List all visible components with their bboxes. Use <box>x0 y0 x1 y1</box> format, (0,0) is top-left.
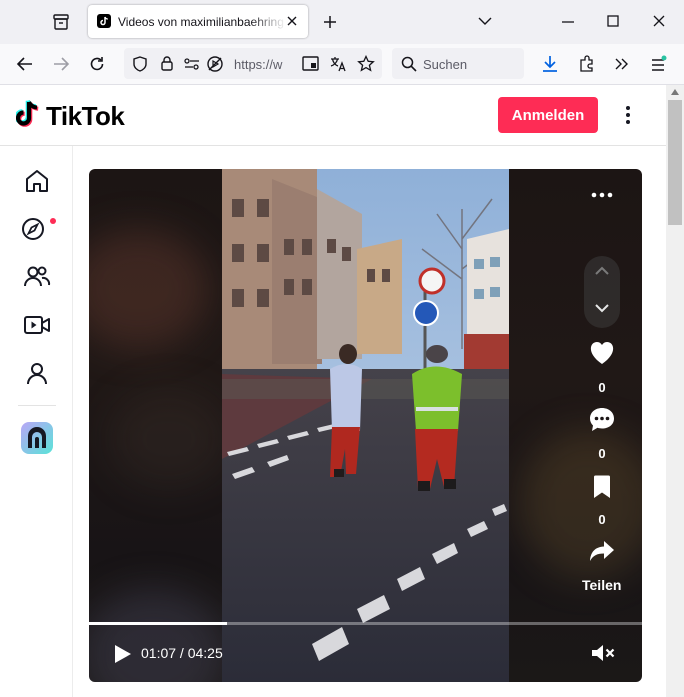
video-content-image <box>222 169 509 682</box>
more-options-icon[interactable] <box>622 104 634 126</box>
home-icon[interactable] <box>24 168 50 194</box>
share-label[interactable]: Teilen <box>582 577 621 593</box>
video-progress-fill <box>89 622 227 625</box>
play-icon[interactable] <box>112 643 134 665</box>
share-icon[interactable] <box>588 539 616 563</box>
forward-icon[interactable] <box>52 56 70 72</box>
bookmark-star-icon[interactable] <box>357 55 375 73</box>
next-video-icon[interactable] <box>594 303 610 315</box>
login-button[interactable]: Anmelden <box>498 97 598 133</box>
minimize-window-icon[interactable] <box>561 20 575 24</box>
tracking-protection-shield-icon[interactable] <box>132 56 148 72</box>
previous-video-icon[interactable] <box>594 264 610 276</box>
extensions-icon[interactable] <box>578 55 596 73</box>
tab-manager-icon[interactable] <box>52 13 70 31</box>
video-frame[interactable] <box>222 169 509 682</box>
effect-house-icon[interactable] <box>21 422 53 454</box>
url-text[interactable]: https://w <box>234 57 282 72</box>
video-time-display: 01:07 / 04:25 <box>141 645 223 661</box>
tiktok-favicon-icon <box>97 14 111 28</box>
bookmark-icon[interactable] <box>592 474 612 500</box>
profile-icon[interactable] <box>24 360 50 386</box>
back-icon[interactable] <box>16 56 34 72</box>
tiktok-logo-text[interactable]: TikTok <box>46 101 125 132</box>
autoplay-blocked-icon[interactable] <box>206 55 224 73</box>
downloads-icon[interactable] <box>541 55 559 73</box>
comment-count: 0 <box>598 446 606 461</box>
reload-icon[interactable] <box>88 55 106 73</box>
scrollbar-thumb[interactable] <box>668 100 682 225</box>
header-divider <box>0 145 666 146</box>
live-video-icon[interactable] <box>23 312 51 338</box>
lock-icon[interactable] <box>160 55 174 72</box>
comment-icon[interactable] <box>588 406 616 434</box>
url-fade <box>280 52 302 76</box>
search-placeholder[interactable]: Suchen <box>423 57 467 72</box>
bookmark-count: 0 <box>598 512 606 527</box>
sidebar-separator <box>18 405 56 406</box>
close-window-icon[interactable] <box>653 15 665 27</box>
tiktok-logo-icon[interactable] <box>16 99 42 129</box>
like-count: 0 <box>598 380 606 395</box>
new-tab-icon[interactable] <box>322 14 338 30</box>
maximize-window-icon[interactable] <box>607 15 619 27</box>
translate-icon[interactable] <box>329 55 347 73</box>
feed-next-item-edge <box>89 682 642 697</box>
video-more-options-icon[interactable] <box>590 187 614 203</box>
search-icon <box>401 56 417 72</box>
reader-view-icon[interactable] <box>302 56 320 72</box>
scroll-up-arrow-icon[interactable] <box>671 89 679 95</box>
app-menu-icon[interactable] <box>650 55 668 73</box>
following-users-icon[interactable] <box>23 263 51 289</box>
sidebar-divider <box>72 146 73 697</box>
like-heart-icon[interactable] <box>588 340 616 366</box>
more-tools-chevron-icon[interactable] <box>614 57 630 71</box>
muted-volume-icon[interactable] <box>590 642 616 664</box>
list-all-tabs-icon[interactable] <box>478 16 492 26</box>
permissions-icon[interactable] <box>183 56 201 72</box>
close-tab-icon[interactable] <box>286 15 298 27</box>
tab-title-fade <box>250 10 286 34</box>
explore-compass-icon[interactable] <box>20 214 60 244</box>
